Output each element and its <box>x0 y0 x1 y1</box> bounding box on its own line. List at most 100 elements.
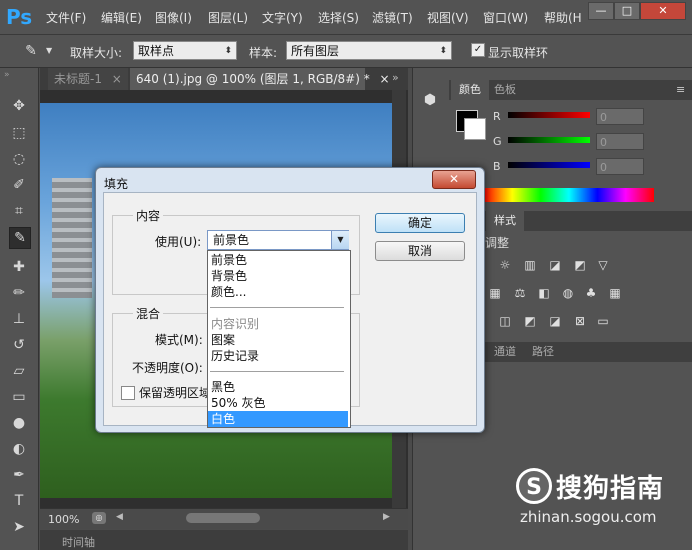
timeline-panel <box>40 530 408 550</box>
dropdown-item-gray[interactable]: 50% 灰色 <box>208 395 348 411</box>
vibrance-icon[interactable]: ▽ <box>595 258 611 272</box>
timeline-label[interactable]: 时间轴 <box>62 534 95 550</box>
tab-label: 未标题-1 <box>54 72 102 86</box>
menu-filter[interactable]: 滤镜(T) <box>372 9 413 26</box>
more-tabs-icon[interactable]: » <box>392 71 399 84</box>
eyedropper-tool-icon[interactable]: ✎ <box>9 227 31 249</box>
dodge-tool-icon[interactable]: ◐ <box>9 439 29 459</box>
close-window-button[interactable]: ✕ <box>640 2 686 20</box>
threshold-icon[interactable]: ◪ <box>547 314 563 328</box>
red-value[interactable]: 0 <box>596 108 644 125</box>
tab-active-document[interactable]: 640 (1).jpg @ 100% (图层 1, RGB/8#) * × <box>130 68 390 90</box>
collapse-icon[interactable]: » <box>4 70 10 80</box>
status-info-icon[interactable]: ◎ <box>92 512 106 524</box>
dialog-close-button[interactable]: ✕ <box>432 170 476 189</box>
zoom-level[interactable]: 100% <box>48 513 79 526</box>
scroll-right-icon[interactable]: ▶ <box>383 512 390 522</box>
preserve-transparency-checkbox[interactable] <box>121 386 135 400</box>
scroll-left-icon[interactable]: ◀ <box>116 512 123 522</box>
tab-channels[interactable]: 通道 <box>486 342 524 362</box>
menu-select[interactable]: 选择(S) <box>318 9 359 26</box>
menu-file[interactable]: 文件(F) <box>46 9 86 26</box>
quick-select-tool-icon[interactable]: ✐ <box>9 175 29 195</box>
show-ring-checkbox[interactable]: ✓ <box>471 43 485 57</box>
chevron-down-icon[interactable]: ▼ <box>46 46 52 55</box>
gradient-tool-icon[interactable]: ▭ <box>9 387 29 407</box>
menu-view[interactable]: 视图(V) <box>427 9 469 26</box>
dropdown-arrow-icon[interactable]: ▼ <box>331 231 349 249</box>
black-white-icon[interactable]: ◧ <box>536 286 552 300</box>
dropdown-item-color[interactable]: 颜色... <box>208 284 348 300</box>
dropdown-item-content-aware: 内容识别 <box>211 317 260 331</box>
dialog-title: 填充 <box>104 177 129 191</box>
eyedropper-icon[interactable]: ✎ <box>22 42 40 60</box>
tab-styles[interactable]: 样式 <box>486 211 524 231</box>
type-tool-icon[interactable]: T <box>9 491 29 511</box>
sample-select[interactable]: 所有图层 ⬍ <box>286 41 452 60</box>
invert-icon[interactable]: ◫ <box>497 314 513 328</box>
menu-window[interactable]: 窗口(W) <box>483 9 528 26</box>
blur-tool-icon[interactable]: ● <box>9 413 29 433</box>
tab-swatches[interactable]: 色板 <box>486 80 524 100</box>
move-tool-icon[interactable]: ✥ <box>9 96 29 116</box>
menu-image[interactable]: 图像(I) <box>155 9 192 26</box>
path-select-tool-icon[interactable]: ➤ <box>9 517 29 537</box>
history-brush-tool-icon[interactable]: ↺ <box>9 335 29 355</box>
pen-tool-icon[interactable]: ✒ <box>9 465 29 485</box>
panel-menu-icon[interactable]: ≡ <box>676 83 685 96</box>
minimize-button[interactable]: — <box>588 2 614 20</box>
exposure-icon[interactable]: ◩ <box>572 258 588 272</box>
red-slider[interactable] <box>508 112 590 118</box>
levels-icon[interactable]: ▥ <box>522 258 538 272</box>
horizontal-scroll-thumb[interactable] <box>186 513 260 523</box>
dropdown-item-pattern[interactable]: 图案 <box>208 332 348 348</box>
dropdown-item-white[interactable]: 白色 <box>208 411 348 427</box>
curves-icon[interactable]: ◪ <box>547 258 563 272</box>
eraser-tool-icon[interactable]: ▱ <box>9 361 29 381</box>
color-spectrum-bar[interactable] <box>484 188 654 202</box>
tab-paths[interactable]: 路径 <box>524 342 562 362</box>
maximize-button[interactable]: □ <box>614 2 640 20</box>
close-tab-icon[interactable]: × <box>380 72 390 86</box>
color-balance-icon[interactable]: ⚖ <box>512 286 528 300</box>
gradient-map-icon[interactable]: ▭ <box>595 314 611 328</box>
dropdown-item-background[interactable]: 背景色 <box>208 268 348 284</box>
background-color-swatch[interactable] <box>464 118 486 140</box>
dropdown-item-black[interactable]: 黑色 <box>208 379 348 395</box>
photo-filter-icon[interactable]: ◍ <box>560 286 576 300</box>
clone-stamp-tool-icon[interactable]: ⊥ <box>9 309 29 329</box>
dropdown-separator <box>210 371 344 372</box>
tab-untitled[interactable]: 未标题-1 × <box>48 68 128 90</box>
green-value[interactable]: 0 <box>596 133 644 150</box>
lasso-tool-icon[interactable]: ◌ <box>9 149 29 169</box>
close-tab-icon[interactable]: × <box>112 72 122 86</box>
healing-brush-tool-icon[interactable]: ✚ <box>9 257 29 277</box>
image-building <box>52 178 92 298</box>
selective-color-icon[interactable]: ⊠ <box>572 314 588 328</box>
menu-layer[interactable]: 图层(L) <box>208 9 248 26</box>
hue-saturation-icon[interactable]: ▦ <box>487 286 503 300</box>
green-slider[interactable] <box>508 137 590 143</box>
menu-edit[interactable]: 编辑(E) <box>101 9 142 26</box>
brush-tool-icon[interactable]: ✏ <box>9 283 29 303</box>
marquee-tool-icon[interactable]: ⬚ <box>9 123 29 143</box>
ok-button[interactable]: 确定 <box>375 213 465 233</box>
color-lookup-icon[interactable]: ▦ <box>607 286 623 300</box>
dropdown-item-history[interactable]: 历史记录 <box>208 348 348 364</box>
cancel-button[interactable]: 取消 <box>375 241 465 261</box>
tab-color[interactable]: 颜色 <box>451 80 489 100</box>
blue-slider[interactable] <box>508 162 590 168</box>
menu-help[interactable]: 帮助(H <box>544 9 582 26</box>
3d-cube-icon[interactable]: ⬢ <box>420 92 440 112</box>
crop-tool-icon[interactable]: ⌗ <box>9 201 29 221</box>
tab-label: 640 (1).jpg @ 100% (图层 1, RGB/8#) * <box>136 72 370 86</box>
menu-type[interactable]: 文字(Y) <box>262 9 303 26</box>
sample-size-label: 取样大小: <box>70 46 123 60</box>
blue-value[interactable]: 0 <box>596 158 644 175</box>
channel-mixer-icon[interactable]: ♣ <box>583 286 599 300</box>
posterize-icon[interactable]: ◩ <box>522 314 538 328</box>
sample-size-select[interactable]: 取样点 ⬍ <box>133 41 237 60</box>
brightness-icon[interactable]: ☼ <box>497 258 513 272</box>
use-select[interactable]: 前景色 <box>207 230 349 250</box>
dropdown-item-foreground[interactable]: 前景色 <box>208 252 348 268</box>
